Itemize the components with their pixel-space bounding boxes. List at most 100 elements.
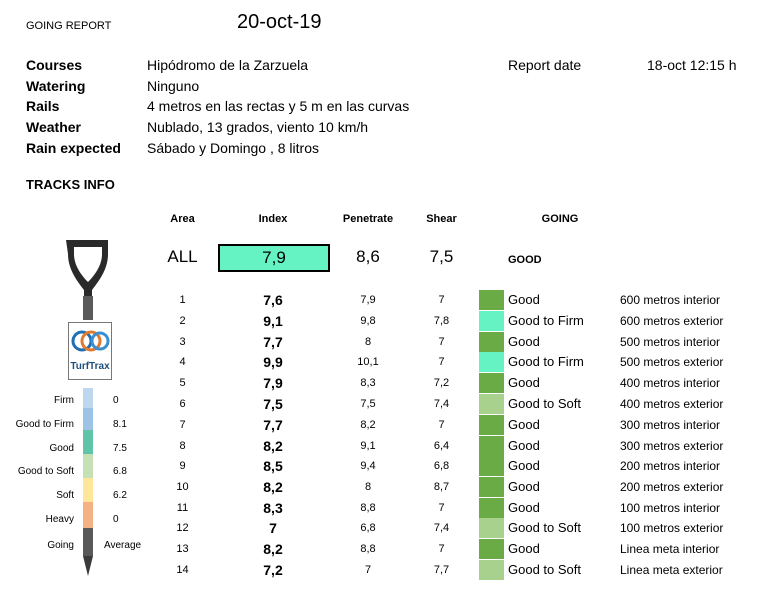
index-cell: 7,6	[263, 292, 283, 308]
index-cell: 9,9	[263, 354, 283, 370]
area-cell: 10	[176, 481, 189, 493]
shear-cell: 7	[438, 294, 445, 306]
report-day: 20-oct-19	[237, 11, 322, 33]
going-cell: Good	[508, 479, 540, 494]
area-cell: 11	[176, 502, 189, 514]
report-title: GOING REPORT	[26, 20, 112, 32]
legend-value-heavy: 0	[113, 514, 119, 525]
legend-value-good-to-soft: 6.8	[113, 466, 127, 477]
going-cell: Good	[508, 375, 540, 390]
going-swatch	[479, 394, 504, 414]
going-cell: Good	[508, 500, 540, 515]
going-swatch	[479, 436, 504, 456]
penetrate-cell: 7	[364, 564, 372, 576]
going-swatch	[479, 477, 504, 497]
legend-value-good: 7.5	[113, 443, 127, 454]
area-cell: 12	[176, 522, 189, 534]
location-cell: 400 metros exterior	[620, 397, 724, 411]
penetrate-cell: 7,9	[360, 294, 376, 306]
legend-label-firm: Firm	[54, 395, 74, 406]
going-swatch	[479, 415, 504, 435]
penetrate-cell: 9,4	[360, 460, 376, 472]
location-cell: 100 metros interior	[620, 501, 721, 515]
penetrate-cell: 8,8	[360, 543, 376, 555]
watering-value: Ninguno	[147, 78, 200, 94]
index-cell: 8,5	[263, 458, 283, 474]
shear-cell: 7,7	[433, 564, 450, 576]
going-swatch	[479, 352, 504, 372]
going-cell: Good	[508, 541, 540, 556]
going-cell: Good	[508, 438, 540, 453]
turftrax-logo: TurfTrax	[68, 322, 112, 380]
area-cell: 3	[179, 336, 186, 348]
going-cell: Good	[508, 417, 540, 432]
penetrate-cell: 9,1	[360, 440, 376, 452]
location-cell: 200 metros interior	[620, 459, 721, 473]
going-swatch	[479, 456, 504, 476]
all-going: GOOD	[508, 254, 542, 266]
report-date-value: 18-oct 12:15 h	[647, 57, 737, 73]
tracks-info-heading: TRACKS INFO	[26, 177, 115, 192]
rails-value: 4 metros en las rectas y 5 m en las curv…	[147, 98, 410, 114]
going-cell: Good to Soft	[508, 562, 581, 577]
index-cell: 7,7	[263, 417, 283, 433]
location-cell: 600 metros interior	[620, 293, 721, 307]
area-cell: 2	[179, 315, 186, 327]
header-area: Area	[170, 213, 195, 225]
logo-text: TurfTrax	[70, 361, 110, 372]
legend-label-good-to-soft: Good to Soft	[17, 466, 74, 477]
going-cell: Good	[508, 292, 540, 307]
index-cell: 7,5	[263, 396, 283, 412]
area-cell: 8	[179, 440, 186, 452]
rain-label: Rain expected	[26, 140, 121, 156]
rain-value: Sábado y Domingo , 8 litros	[147, 140, 319, 156]
shear-cell: 7,8	[433, 315, 450, 327]
shear-cell: 8,7	[433, 481, 450, 493]
shear-cell: 7	[438, 336, 445, 348]
location-cell: Linea meta exterior	[620, 563, 723, 577]
header-penetrate: Penetrate	[342, 213, 394, 225]
watering-label: Watering	[26, 78, 86, 94]
index-cell: 8,2	[263, 479, 283, 495]
legend-label-heavy: Heavy	[45, 514, 74, 525]
location-cell: Linea meta interior	[620, 542, 720, 556]
going-cell: Good	[508, 334, 540, 349]
going-cell: Good to Soft	[508, 396, 581, 411]
going-swatch	[479, 332, 504, 352]
location-cell: 200 metros exterior	[620, 480, 724, 494]
going-cell: Good to Firm	[508, 313, 584, 328]
shear-cell: 7,2	[433, 377, 450, 389]
legend-label-soft: Soft	[56, 490, 74, 501]
penetrate-cell: 8,2	[360, 419, 376, 431]
area-cell: 13	[176, 543, 189, 555]
penetrate-cell: 8,3	[360, 377, 376, 389]
turftrax-logo-icon	[71, 330, 110, 352]
going-swatch	[479, 518, 504, 538]
location-cell: 300 metros interior	[620, 418, 721, 432]
index-cell: 7,7	[263, 334, 283, 350]
index-cell: 8,2	[263, 541, 283, 557]
rails-label: Rails	[26, 98, 60, 114]
weather-label: Weather	[26, 119, 81, 135]
location-cell: 100 metros exterior	[620, 521, 724, 535]
index-cell: 8,3	[263, 500, 283, 516]
courses-value: Hipódromo de la Zarzuela	[147, 57, 309, 73]
location-cell: 500 metros interior	[620, 335, 721, 349]
penetrate-cell: 7,5	[360, 398, 376, 410]
going-swatch	[479, 311, 504, 331]
header-shear: Shear	[426, 213, 457, 225]
going-swatch	[479, 373, 504, 393]
legend-value-soft: 6.2	[113, 490, 127, 501]
weather-value: Nublado, 13 grados, viento 10 km/h	[147, 119, 369, 135]
going-cell: Good	[508, 458, 540, 473]
header-going: GOING	[541, 213, 579, 225]
location-cell: 400 metros interior	[620, 376, 721, 390]
legend-value-going: Average	[104, 540, 142, 551]
header-index: Index	[258, 213, 288, 225]
going-swatch	[479, 560, 504, 580]
shear-cell: 7	[438, 356, 445, 368]
report-date-label: Report date	[508, 57, 582, 73]
index-cell: 8,2	[263, 438, 283, 454]
legend-label-good-to-firm: Good to Firm	[15, 419, 74, 430]
location-cell: 600 metros exterior	[620, 314, 724, 328]
